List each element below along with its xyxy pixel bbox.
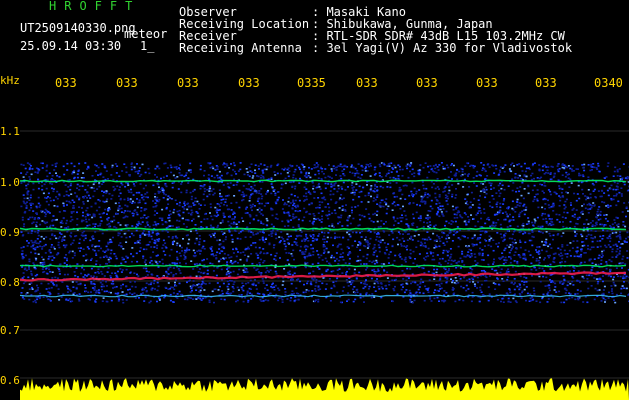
time-tick: 033 [238,76,260,90]
y-tick: 0.6 [0,374,20,387]
time-tick: 0335 [297,76,326,90]
time-tick: 0340 [594,76,623,90]
time-tick: 033 [535,76,557,90]
time-axis: 033 033 033 033 0335 033 033 033 033 034… [0,76,629,94]
y-tick: 1.1 [0,125,20,138]
y-tick: 1.0 [0,176,20,189]
time-tick: 033 [116,76,138,90]
spectrogram-canvas [20,94,629,400]
timestamp: 25.09.14 03:30 [20,39,122,53]
time-tick: 033 [476,76,498,90]
station-info: Observer: Masaki Kano Receiving Location… [179,6,572,54]
time-tick: 033 [356,76,378,90]
y-tick: 0.9 [0,226,20,239]
app-brand: HROFFT [49,0,141,13]
header-panel: HROFFT UT2509140330.png meteor 25.09.14 … [0,0,629,72]
time-tick: 033 [55,76,77,90]
y-tick: 0.8 [0,276,20,289]
time-tick: 033 [177,76,199,90]
time-tick: 033 [416,76,438,90]
spectrogram [20,94,629,400]
file-name: UT2509140330.png [20,21,136,35]
meta-row-antenna: Receiving Antenna: 3el Yagi(V) Az 330 fo… [179,41,573,55]
y-tick: 0.7 [0,324,20,337]
page-indicator: 1_ [140,39,155,53]
